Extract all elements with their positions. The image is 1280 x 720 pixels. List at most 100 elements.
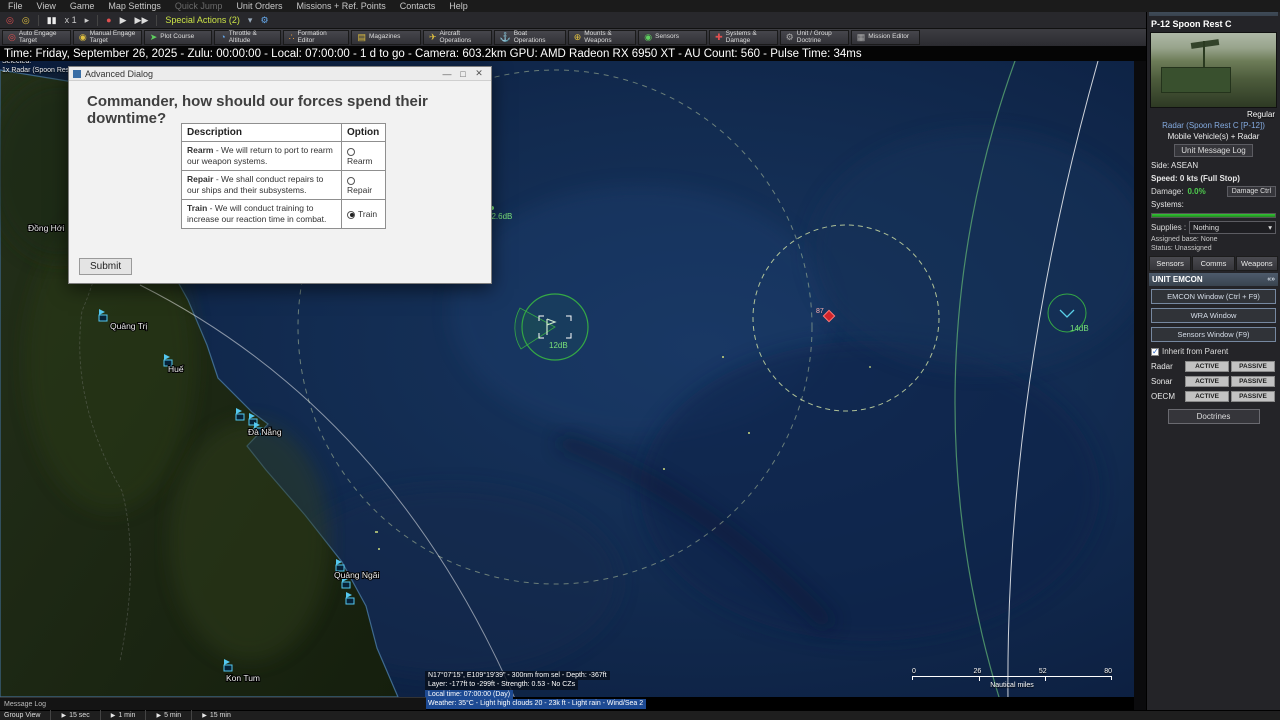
menu-map-settings[interactable]: Map Settings xyxy=(108,1,161,11)
city-label: Huế xyxy=(168,364,184,374)
table-row-train: Train - We will conduct training to incr… xyxy=(182,200,386,229)
compression-1min[interactable]: ▶1 min xyxy=(111,712,136,719)
compression-15min[interactable]: ▶15 min xyxy=(202,712,231,719)
tab-sensors[interactable]: Sensors xyxy=(1149,256,1191,271)
city-label: Quảng Trị xyxy=(110,321,147,331)
menu-game[interactable]: Game xyxy=(70,1,95,11)
mounts-weapons-button[interactable]: ⊕Mounts & Weapons xyxy=(568,30,637,45)
divider xyxy=(38,15,39,26)
repair-radio[interactable] xyxy=(347,177,355,185)
submit-button[interactable]: Submit xyxy=(79,258,132,275)
downtime-options-table: Description Option Rearm - We will retur… xyxy=(181,123,386,229)
manual-engage-button[interactable]: ◉Manual Engage Target xyxy=(73,30,142,45)
chevron-down-icon: ▾ xyxy=(248,16,253,25)
auto-engage-icon: ◎ xyxy=(8,33,16,42)
formation-icon: ∴ xyxy=(289,33,295,42)
inherit-label: Inherit from Parent xyxy=(1162,347,1228,356)
formation-editor-button[interactable]: ∴Formation Editor xyxy=(283,30,350,45)
mission-editor-icon: ▦ xyxy=(857,33,866,42)
menu-contacts[interactable]: Contacts xyxy=(400,1,436,11)
column-header-description: Description xyxy=(182,124,342,142)
emcon-row-sonar: Sonar ACTIVE PASSIVE xyxy=(1149,375,1278,388)
damage-ctrl-button[interactable]: Damage Ctrl xyxy=(1227,186,1276,197)
step-button[interactable]: ▸ xyxy=(85,16,90,25)
tab-weapons[interactable]: Weapons xyxy=(1236,256,1278,271)
unit-name: P-12 Spoon Rest C xyxy=(1149,18,1278,30)
magazines-button[interactable]: ▤Magazines xyxy=(351,30,421,45)
unit-emcon-header[interactable]: UNIT EMCON«» xyxy=(1149,273,1278,286)
tab-comms[interactable]: Comms xyxy=(1192,256,1234,271)
collapse-icon[interactable]: «» xyxy=(1267,276,1275,283)
stop-engage-icon[interactable]: ◎ xyxy=(6,16,14,25)
menu-unit-orders[interactable]: Unit Orders xyxy=(236,1,282,11)
sensors-window-button[interactable]: Sensors Window (F9) xyxy=(1151,327,1276,342)
supplies-label: Supplies : xyxy=(1151,223,1186,232)
plot-course-button[interactable]: ➤Plot Course xyxy=(144,30,213,45)
play-icon: ▶ xyxy=(156,712,161,719)
play-button[interactable]: ▶ xyxy=(120,16,127,25)
supplies-dropdown[interactable]: Nothing▾ xyxy=(1189,221,1276,234)
app-window: File View Game Map Settings Quick Jump U… xyxy=(0,0,1280,720)
sensors-icon: ◉ xyxy=(644,33,652,42)
oecm-active-button[interactable]: ACTIVE xyxy=(1185,391,1229,402)
aircraft-operations-button[interactable]: ✈Aircraft Operations xyxy=(423,30,492,45)
weather-line: Weather: 35°C - Light high clouds 20 - 2… xyxy=(425,699,646,708)
doctrine-button[interactable]: ⚙Unit / Group Doctrine xyxy=(780,30,849,45)
sensors-button[interactable]: ◉Sensors xyxy=(638,30,707,45)
auto-engage-button[interactable]: ◎Auto Engage Target xyxy=(2,30,71,45)
damage-icon: ✚ xyxy=(715,33,723,42)
city-label: Đà Nẵng xyxy=(248,427,282,437)
compression-5min[interactable]: ▶5 min xyxy=(156,712,181,719)
unit-link[interactable]: Radar (Spoon Rest C [P-12]) xyxy=(1149,121,1278,130)
emcon-window-button[interactable]: EMCON Window (Ctrl + F9) xyxy=(1151,289,1276,304)
dialog-title: Advanced Dialog xyxy=(85,69,439,79)
mission-editor-button[interactable]: ▦Mission Editor xyxy=(851,30,921,45)
boat-operations-button[interactable]: ⚓Boat Operations xyxy=(494,30,566,45)
map-scrollbar[interactable]: ▸ xyxy=(1134,0,1146,720)
damage-label: Damage: xyxy=(1151,187,1183,196)
sonar-active-button[interactable]: ACTIVE xyxy=(1185,376,1229,387)
menu-quick-jump[interactable]: Quick Jump xyxy=(175,1,223,11)
sonar-passive-button[interactable]: PASSIVE xyxy=(1231,376,1275,387)
unit-message-log-button[interactable]: Unit Message Log xyxy=(1174,144,1252,157)
chevron-down-icon: ▾ xyxy=(1268,223,1272,232)
oecm-passive-button[interactable]: PASSIVE xyxy=(1231,391,1275,402)
advanced-dialog: Advanced Dialog — □ ✕ Commander, how sho… xyxy=(68,66,492,284)
table-row-repair: Repair - We shall conduct repairs to our… xyxy=(182,171,386,200)
menu-missions-refpoints[interactable]: Missions + Ref. Points xyxy=(296,1,385,11)
rearm-radio[interactable] xyxy=(347,148,355,156)
systems-damage-button[interactable]: ✚Systems & Damage xyxy=(709,30,778,45)
gear-icon[interactable]: ⚙ xyxy=(260,16,268,25)
special-actions-button[interactable]: Special Actions (2) xyxy=(165,15,240,25)
throttle-altitude-button[interactable]: ◔Throttle & Altitude xyxy=(214,30,280,45)
radar-passive-button[interactable]: PASSIVE xyxy=(1231,361,1275,372)
boat-icon: ⚓ xyxy=(500,33,511,42)
compression-15sec[interactable]: ▶15 sec xyxy=(61,712,89,719)
record-button[interactable]: ● xyxy=(106,16,111,25)
main-toolbar: ◎Auto Engage Target ◉Manual Engage Targe… xyxy=(0,29,1146,46)
pause-button[interactable]: ▮▮ xyxy=(47,16,57,25)
radar-active-button[interactable]: ACTIVE xyxy=(1185,361,1229,372)
divider xyxy=(50,710,51,720)
doctrines-button[interactable]: Doctrines xyxy=(1168,409,1260,424)
menu-view[interactable]: View xyxy=(37,1,56,11)
city-label: Đồng Hới xyxy=(28,223,64,233)
menu-file[interactable]: File xyxy=(8,1,23,11)
maximize-button[interactable]: □ xyxy=(455,69,471,79)
systems-label: Systems: xyxy=(1149,199,1278,210)
group-view-button[interactable]: Group View xyxy=(4,712,40,719)
menu-help[interactable]: Help xyxy=(449,1,468,11)
contact-label: 12dB xyxy=(549,341,568,350)
proficiency-label: Regular xyxy=(1149,110,1278,119)
target-icon[interactable]: ◎ xyxy=(22,16,30,25)
inherit-checkbox[interactable] xyxy=(1151,348,1159,356)
train-radio[interactable] xyxy=(347,211,355,219)
speed-label: Speed: 0 kts (Full Stop) xyxy=(1149,173,1278,184)
message-log-bar[interactable]: Message Log xyxy=(0,697,426,710)
close-button[interactable]: ✕ xyxy=(471,68,487,79)
dialog-titlebar[interactable]: Advanced Dialog — □ ✕ xyxy=(69,67,491,81)
fast-forward-button[interactable]: ▶▶ xyxy=(135,16,149,25)
wra-window-button[interactable]: WRA Window xyxy=(1151,308,1276,323)
minimize-button[interactable]: — xyxy=(439,69,455,79)
local-time-line: Local time: 07:00:00 (Day) xyxy=(425,690,513,699)
